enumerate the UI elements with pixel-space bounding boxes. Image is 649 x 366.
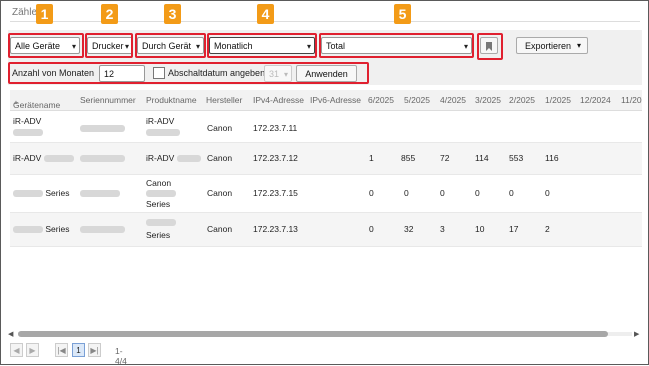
cell-ipv4: 172.23.7.12 [253,153,298,163]
highlight-counter [319,33,474,58]
cell-device-name: Series [13,224,69,234]
highlight-devices [8,33,84,58]
redacted-serial [80,153,125,163]
scroll-thumb[interactable] [18,331,608,337]
counter-table: Gerätename ▲ Seriennummer Produktname He… [10,90,642,330]
cell-device-name: iR-ADV [13,153,74,163]
col-header-month[interactable]: 11/202 [621,95,642,105]
cell-maker: Canon [207,224,233,234]
scroll-right-icon[interactable]: ▶ [634,330,639,338]
cell-value: 10 [475,224,485,234]
redacted-text [146,188,176,198]
cell-product: Canon [146,178,172,188]
cell-product: iR-ADV [146,153,201,163]
export-button[interactable]: Exportieren ▾ [516,37,588,54]
horizontal-scrollbar[interactable]: ◀ ▶ [8,330,642,338]
cell-product-suffix: Series [146,230,171,240]
table-header: Gerätename ▲ Seriennummer Produktname He… [10,90,642,111]
cell-device-name: iR-ADV [13,116,42,126]
callout-badge: 5 [394,4,411,24]
cell-value: 1 [369,153,374,163]
cell-maker: Canon [207,188,233,198]
col-header-month[interactable]: 4/2025 [440,95,466,105]
page-range: 1-4/4 [115,346,127,366]
cell-value: 32 [404,224,414,234]
prev-page-button[interactable]: ◀ [10,343,23,357]
callout-badge: 3 [164,4,181,24]
table-row[interactable]: Series Series Canon 172.23.7.13 0 32 3 1… [10,213,642,247]
highlight-months [8,62,369,84]
export-label: Exportieren [525,41,572,51]
cell-value: 0 [509,188,514,198]
redacted-text [13,127,43,137]
col-header-month[interactable]: 2/2025 [509,95,535,105]
table-row[interactable]: iR-ADV iR-ADV Canon 172.23.7.12 1 855 72… [10,143,642,175]
cell-product: iR-ADV [146,116,175,126]
redacted-text [146,217,176,227]
col-header-product[interactable]: Produktname [146,95,197,105]
cell-value: 3 [440,224,445,234]
sort-asc-icon: ▲ [13,100,19,106]
col-header-month[interactable]: 12/2024 [580,95,611,105]
cell-maker: Canon [207,153,233,163]
highlight-group [135,33,206,58]
next-page-button[interactable]: ▶ [26,343,39,357]
col-header-ipv6[interactable]: IPv6-Adresse [310,95,361,105]
col-header-ipv4[interactable]: IPv4-Adresse [253,95,304,105]
col-header-maker[interactable]: Hersteller [206,95,242,105]
callout-badge: 1 [36,4,53,24]
cell-value: 0 [545,188,550,198]
last-page-button[interactable]: ▶| [88,343,101,357]
highlight-bookmark [477,33,503,60]
cell-value: 553 [509,153,524,163]
callout-badge: 4 [257,4,274,24]
cell-value: 0 [369,188,374,198]
col-header-month[interactable]: 6/2025 [368,95,394,105]
cell-value: 855 [401,153,416,163]
col-header-month[interactable]: 3/2025 [475,95,501,105]
cell-device-name: Series [13,188,69,198]
scroll-left-icon[interactable]: ◀ [8,330,13,338]
header-label: Gerätename [13,100,61,110]
cell-value: 0 [369,224,374,234]
cell-value: 0 [440,188,445,198]
cell-ipv4: 172.23.7.11 [253,123,298,133]
cell-value: 116 [545,153,559,163]
cell-value: 0 [475,188,480,198]
cell-value: 114 [475,153,489,163]
redacted-serial [80,123,125,133]
highlight-type [85,33,133,58]
cell-value: 17 [509,224,519,234]
cell-ipv4: 172.23.7.15 [253,188,298,198]
cell-product-suffix: Series [146,199,171,209]
col-header-serial[interactable]: Seriennummer [80,95,136,105]
cell-maker: Canon [207,123,233,133]
cell-value: 0 [404,188,409,198]
cell-value: 72 [440,153,450,163]
current-page[interactable]: 1 [72,343,85,357]
highlight-period [207,33,317,58]
redacted-serial [80,188,120,198]
col-header-month[interactable]: 1/2025 [545,95,571,105]
table-row[interactable]: Series Canon Series Canon 172.23.7.15 0 … [10,175,642,213]
callout-badge: 2 [101,4,118,24]
first-page-button[interactable]: |◀ [55,343,68,357]
chevron-down-icon: ▾ [576,41,581,50]
redacted-text [146,127,180,137]
redacted-serial [80,224,125,234]
cell-ipv4: 172.23.7.13 [253,224,298,234]
cell-value: 2 [545,224,550,234]
col-header-month[interactable]: 5/2025 [404,95,430,105]
table-row[interactable]: iR-ADV iR-ADV Canon 172.23.7.11 [10,111,642,143]
